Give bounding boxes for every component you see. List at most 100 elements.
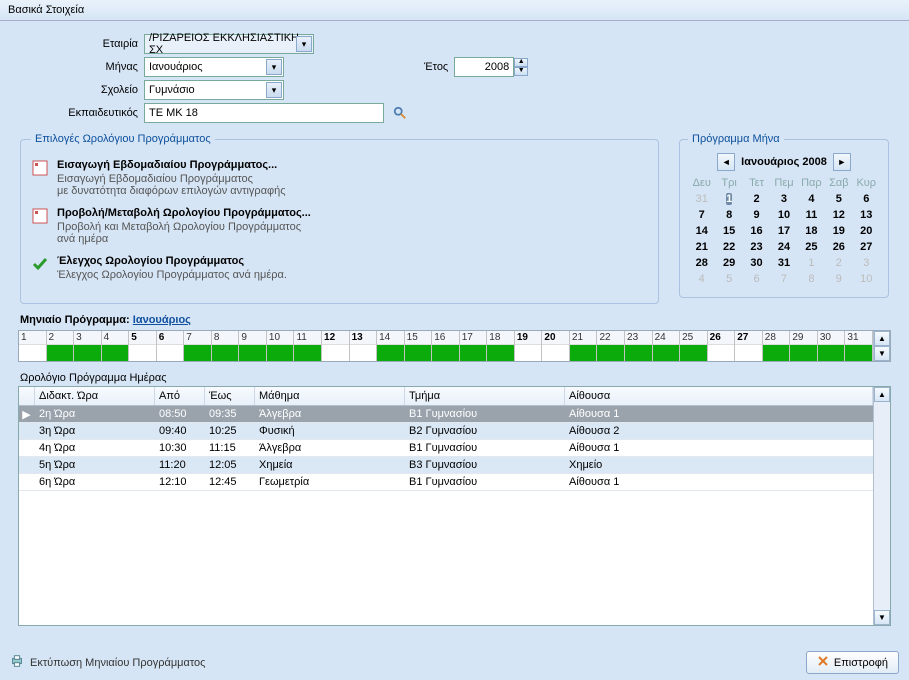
cal-day[interactable]: 10: [770, 207, 797, 223]
day-cell[interactable]: 9: [239, 331, 267, 361]
cal-day[interactable]: 8: [798, 271, 825, 287]
day-cell[interactable]: 5: [129, 331, 157, 361]
year-input[interactable]: 2008: [454, 57, 514, 77]
teacher-input[interactable]: TE MK 18: [144, 103, 384, 123]
cal-day[interactable]: 20: [853, 223, 880, 239]
col-hour[interactable]: Διδακτ. Ώρα: [35, 387, 155, 405]
day-cell[interactable]: 26: [708, 331, 736, 361]
day-cell[interactable]: 6: [157, 331, 185, 361]
day-cell[interactable]: 18: [487, 331, 515, 361]
day-cell[interactable]: 25: [680, 331, 708, 361]
day-cell[interactable]: 24: [653, 331, 681, 361]
chevron-down-icon[interactable]: ▾: [266, 82, 282, 98]
table-row[interactable]: 4η Ώρα10:3011:15ΆλγεβραΒ1 ΓυμνασίουΑίθου…: [19, 440, 873, 457]
day-cell[interactable]: 27: [735, 331, 763, 361]
year-down-button[interactable]: ▼: [514, 67, 528, 76]
back-button[interactable]: Επιστροφή: [806, 651, 899, 674]
cal-day[interactable]: 4: [798, 191, 825, 207]
cal-day[interactable]: 27: [853, 239, 880, 255]
day-cell[interactable]: 16: [432, 331, 460, 361]
cal-day[interactable]: 8: [715, 207, 742, 223]
cal-day[interactable]: 26: [825, 239, 852, 255]
cal-day[interactable]: 24: [770, 239, 797, 255]
option-item[interactable]: Εισαγωγή Εβδομαδιαίου Προγράμματος...Εισ…: [31, 159, 648, 197]
day-cell[interactable]: 30: [818, 331, 846, 361]
day-cell[interactable]: 17: [460, 331, 488, 361]
cal-day[interactable]: 1: [798, 255, 825, 271]
day-cell[interactable]: 10: [267, 331, 295, 361]
scroll-up-icon[interactable]: ▲: [874, 331, 890, 346]
table-row[interactable]: 6η Ώρα12:1012:45ΓεωμετρίαΒ1 ΓυμνασίουΑίθ…: [19, 474, 873, 491]
cal-prev-button[interactable]: ◄: [717, 153, 735, 171]
day-cell[interactable]: 19: [515, 331, 543, 361]
option-item[interactable]: Προβολή/Μεταβολή Ωρολογίου Προγράμματος.…: [31, 207, 648, 245]
cal-day[interactable]: 22: [715, 239, 742, 255]
day-cell[interactable]: 14: [377, 331, 405, 361]
month-program-link[interactable]: Ιανουάριος: [133, 314, 191, 326]
cal-day[interactable]: 7: [688, 207, 715, 223]
col-section[interactable]: Τμήμα: [405, 387, 565, 405]
day-cell[interactable]: 11: [294, 331, 322, 361]
calendar-grid[interactable]: ΔευΤριΤετΠεμΠαρΣαβΚυρ3112345678910111213…: [688, 175, 880, 287]
cal-day[interactable]: 12: [825, 207, 852, 223]
day-cell[interactable]: 3: [74, 331, 102, 361]
day-cell[interactable]: 1: [19, 331, 47, 361]
cal-day[interactable]: 15: [715, 223, 742, 239]
cal-day[interactable]: 18: [798, 223, 825, 239]
cal-day[interactable]: 23: [743, 239, 770, 255]
scroll-down-icon[interactable]: ▼: [874, 610, 890, 625]
scroll-down-icon[interactable]: ▼: [874, 346, 890, 361]
chevron-down-icon[interactable]: ▾: [296, 36, 312, 52]
cal-day[interactable]: 13: [853, 207, 880, 223]
cal-day[interactable]: 10: [853, 271, 880, 287]
day-cell[interactable]: 12: [322, 331, 350, 361]
month-select[interactable]: Ιανουάριος▾: [144, 57, 284, 77]
year-up-button[interactable]: ▲: [514, 58, 528, 67]
table-row[interactable]: ▶2η Ώρα08:5009:35ΆλγεβραΒ1 ΓυμνασίουΑίθο…: [19, 406, 873, 423]
col-to[interactable]: Έως: [205, 387, 255, 405]
day-cell[interactable]: 15: [405, 331, 433, 361]
cal-day[interactable]: 19: [825, 223, 852, 239]
day-cell[interactable]: 31: [845, 331, 873, 361]
cal-day[interactable]: 2: [825, 255, 852, 271]
day-cell[interactable]: 23: [625, 331, 653, 361]
cal-day[interactable]: 5: [715, 271, 742, 287]
day-cell[interactable]: 7: [184, 331, 212, 361]
cal-day[interactable]: 11: [798, 207, 825, 223]
option-item[interactable]: Έλεγχος Ωρολογίου ΠρογράμματοςΈλεγχος Ωρ…: [31, 255, 648, 281]
day-cell[interactable]: 13: [350, 331, 378, 361]
col-subject[interactable]: Μάθημα: [255, 387, 405, 405]
table-row[interactable]: 3η Ώρα09:4010:25ΦυσικήΒ2 ΓυμνασίουΑίθουσ…: [19, 423, 873, 440]
cal-day[interactable]: 14: [688, 223, 715, 239]
company-select[interactable]: /ΡΙΖΑΡΕΙΟΣ ΕΚΚΛΗΣΙΑΣΤΙΚΗ ΣΧ▾: [144, 34, 314, 54]
cal-day[interactable]: 5: [825, 191, 852, 207]
cal-day[interactable]: 28: [688, 255, 715, 271]
cal-day[interactable]: 6: [743, 271, 770, 287]
col-from[interactable]: Από: [155, 387, 205, 405]
cal-day[interactable]: 9: [743, 207, 770, 223]
cal-day[interactable]: 30: [743, 255, 770, 271]
cal-day[interactable]: 31: [688, 191, 715, 207]
cal-day[interactable]: 21: [688, 239, 715, 255]
day-cell[interactable]: 21: [570, 331, 598, 361]
print-month-link[interactable]: Εκτύπωση Μηνιαίου Προγράμματος: [10, 654, 205, 671]
cal-day[interactable]: 3: [770, 191, 797, 207]
cal-day[interactable]: 17: [770, 223, 797, 239]
day-cell[interactable]: 22: [597, 331, 625, 361]
cal-day[interactable]: 29: [715, 255, 742, 271]
search-icon[interactable]: [392, 105, 408, 121]
day-cell[interactable]: 20: [542, 331, 570, 361]
day-cell[interactable]: 29: [790, 331, 818, 361]
day-cell[interactable]: 8: [212, 331, 240, 361]
table-row[interactable]: 5η Ώρα11:2012:05ΧημείαΒ3 ΓυμνασίουΧημείο: [19, 457, 873, 474]
col-room[interactable]: Αίθουσα: [565, 387, 873, 405]
cal-day[interactable]: 9: [825, 271, 852, 287]
cal-day[interactable]: 25: [798, 239, 825, 255]
cal-day[interactable]: 16: [743, 223, 770, 239]
cal-next-button[interactable]: ►: [833, 153, 851, 171]
cal-day[interactable]: 4: [688, 271, 715, 287]
day-cell[interactable]: 28: [763, 331, 791, 361]
scroll-up-icon[interactable]: ▲: [874, 387, 890, 402]
grid-scrollbar[interactable]: ▲ ▼: [873, 387, 890, 625]
cal-day[interactable]: 3: [853, 255, 880, 271]
